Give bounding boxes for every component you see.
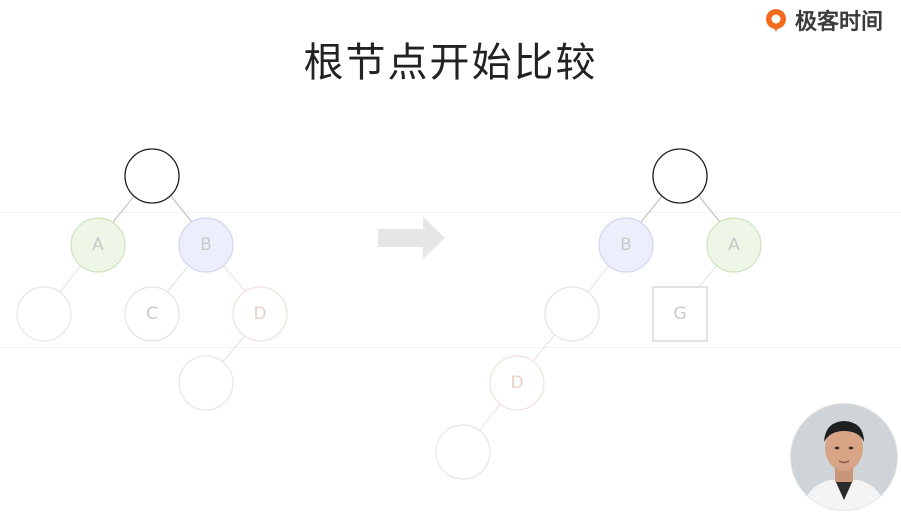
right-tree-node-d: D	[489, 355, 545, 411]
slide-canvas: 极客时间 根节点开始比较 A B C D B A G D	[0, 0, 901, 516]
right-tree-node-a: A	[706, 217, 762, 273]
right-tree-node-g: G	[652, 286, 708, 342]
edge-r1-d	[532, 332, 557, 362]
node-label: B	[200, 235, 212, 255]
left-tree-node-a: A	[70, 217, 126, 273]
edge-root-a	[697, 194, 721, 223]
left-tree-node-leaf	[16, 286, 72, 342]
left-tree-node-leaf	[178, 355, 234, 411]
node-label: C	[146, 304, 158, 324]
edge-b-d	[221, 263, 247, 293]
node-label: D	[253, 304, 266, 324]
presenter-avatar-icon	[790, 403, 898, 511]
node-label: G	[673, 304, 686, 324]
edge-b-r1	[587, 263, 611, 293]
edge-d-r2	[478, 401, 503, 432]
edge-b-c	[166, 263, 191, 293]
right-tree-node-root	[652, 148, 708, 204]
tree-diagrams: A B C D B A G D	[16, 148, 762, 480]
node-label: D	[510, 373, 523, 393]
edge-a-g	[698, 263, 719, 288]
node-label: A	[728, 235, 740, 255]
edge-root-b	[169, 194, 193, 223]
right-tree-node-leaf	[435, 424, 491, 480]
node-label: A	[92, 235, 104, 255]
right-tree-node-b: B	[598, 217, 654, 273]
edge-d-l2	[222, 333, 247, 363]
left-tree-node-b: B	[178, 217, 234, 273]
left-tree-node-root	[124, 148, 180, 204]
edge-a-l1	[59, 263, 83, 293]
edge-root-a	[112, 194, 136, 223]
presenter-illustration	[791, 404, 897, 510]
node-label: B	[620, 235, 632, 255]
right-tree-node-leaf	[544, 286, 600, 342]
left-tree-node-c: C	[124, 286, 180, 342]
edge-root-b	[640, 194, 664, 223]
left-tree-node-d: D	[232, 286, 288, 342]
right-arrow-icon	[378, 217, 445, 259]
